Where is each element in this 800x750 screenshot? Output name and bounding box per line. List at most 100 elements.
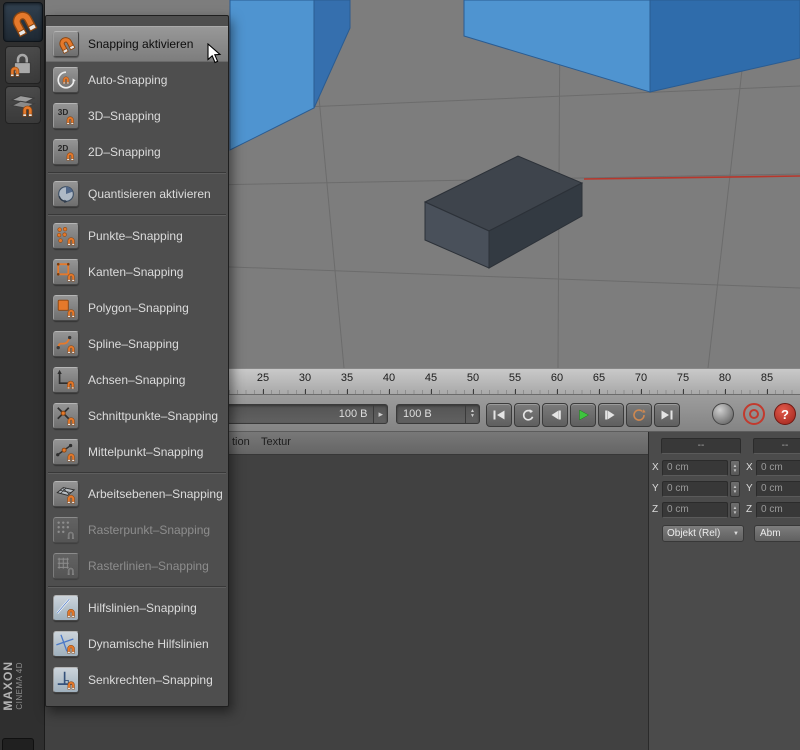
menu-separator xyxy=(48,472,226,474)
menu-item-senkrechten-snapping[interactable]: Senkrechten–Snapping xyxy=(46,662,228,698)
record-icon[interactable] xyxy=(743,403,765,425)
lock-icon xyxy=(8,50,38,80)
menu-item-achsen-snapping[interactable]: Achsen–Snapping xyxy=(46,362,228,398)
gridpoint-snap-icon xyxy=(53,517,79,543)
coordinates-panel: -- -- X 0 cm ▲ ▼ X 0 cm Y 0 cm ▲ ▼ Y 0 c… xyxy=(648,432,800,750)
menu-item-polygon-snapping[interactable]: Polygon–Snapping xyxy=(46,290,228,326)
help-glyph: ? xyxy=(781,406,789,422)
x-input-right[interactable]: 0 cm xyxy=(756,460,800,476)
menu-item-3d-snapping[interactable]: 3D–Snapping xyxy=(46,98,228,134)
cinema4d-window: 25 30 35 40 45 50 55 60 65 70 75 80 85 1… xyxy=(0,0,800,750)
menu-item-punkte-snapping[interactable]: Punkte–Snapping xyxy=(46,218,228,254)
play-button[interactable] xyxy=(570,403,596,427)
menu-item-quantisieren-aktivieren[interactable]: Quantisieren aktivieren xyxy=(46,176,228,212)
workplane-snap-icon xyxy=(53,481,79,507)
z-input-right[interactable]: 0 cm xyxy=(756,502,800,518)
menu-item-arbeitsebenen-snapping[interactable]: Arbeitsebenen–Snapping xyxy=(46,476,228,512)
popup-arrow-icon[interactable]: ▸ xyxy=(373,405,387,423)
previous-frame-icon xyxy=(551,410,561,420)
partial-toolbar-icon[interactable] xyxy=(2,738,34,750)
menu-item-spline-snapping[interactable]: Spline–Snapping xyxy=(46,326,228,362)
tab-funktion-partial[interactable]: tion xyxy=(232,436,250,448)
menu-item-label: Achsen–Snapping xyxy=(88,373,186,387)
goto-start-button[interactable] xyxy=(486,403,512,427)
spline-snap-icon xyxy=(53,331,79,357)
max-frame-field[interactable]: 100 B ▲ ▼ xyxy=(396,404,480,424)
magnet-icon xyxy=(6,5,40,39)
menu-item-auto-snapping[interactable]: Auto-Snapping xyxy=(46,62,228,98)
midpoint-snap-icon xyxy=(53,439,79,465)
y-input-right[interactable]: 0 cm xyxy=(756,481,800,497)
ruler-tick-label: 25 xyxy=(256,372,270,384)
menu-item-label: Senkrechten–Snapping xyxy=(88,673,213,687)
intersection-snap-icon xyxy=(53,403,79,429)
previous-frame-button[interactable] xyxy=(542,403,568,427)
menu-item-label: Dynamische Hilfslinien xyxy=(88,637,209,651)
snapping-menu: Snapping aktivieren Auto-Snapping 3D–Sna… xyxy=(45,15,229,707)
menu-item-schnittpunkte-snapping[interactable]: Schnittpunkte–Snapping xyxy=(46,398,228,434)
3d-snapping-icon xyxy=(53,103,79,129)
gridline-snap-icon xyxy=(53,553,79,579)
timeline-popup-value: 100 B xyxy=(338,408,368,420)
loop-playback-button[interactable] xyxy=(626,403,652,427)
next-frame-button[interactable] xyxy=(598,403,624,427)
ruler-tick-label: 45 xyxy=(424,372,438,384)
ruler-tick-label: 40 xyxy=(382,372,396,384)
help-icon[interactable]: ? xyxy=(774,403,796,425)
stepper-down-icon[interactable]: ▼ xyxy=(470,414,475,419)
axis-snap-icon xyxy=(53,367,79,393)
y-stepper-left[interactable]: ▲ ▼ xyxy=(730,481,740,497)
workplane-layers-button[interactable] xyxy=(5,86,41,124)
playback-buttons xyxy=(486,403,680,427)
x-label-left: X xyxy=(652,462,659,473)
stepper-down-icon[interactable]: ▼ xyxy=(733,510,737,515)
dash-field-right[interactable]: -- xyxy=(753,438,800,454)
render-sphere-icon[interactable] xyxy=(712,403,734,425)
menu-item-mittelpunkt-snapping[interactable]: Mittelpunkt–Snapping xyxy=(46,434,228,470)
ruler-tick-label: 65 xyxy=(592,372,606,384)
menu-item-2d-snapping[interactable]: 2D–Snapping xyxy=(46,134,228,170)
frame-stepper[interactable]: ▲ ▼ xyxy=(465,405,479,423)
menu-item-dynamische-hilfslinien[interactable]: Dynamische Hilfslinien xyxy=(46,626,228,662)
menu-item-hilfslinien-snapping[interactable]: Hilfslinien–Snapping xyxy=(46,590,228,626)
menu-item-label: 3D–Snapping xyxy=(88,109,161,123)
menu-item-label: Rasterlinien–Snapping xyxy=(88,559,209,573)
ruler-tick-label: 85 xyxy=(760,372,774,384)
x-input-left[interactable]: 0 cm xyxy=(662,460,728,476)
stepper-down-icon[interactable]: ▼ xyxy=(733,489,737,494)
polygon-snap-icon xyxy=(53,295,79,321)
goto-start-icon xyxy=(493,410,505,420)
goto-end-button[interactable] xyxy=(654,403,680,427)
play-icon xyxy=(579,409,590,421)
x-stepper-left[interactable]: ▲ ▼ xyxy=(730,460,740,476)
z-label-left: Z xyxy=(652,504,659,515)
ruler-tick-label: 75 xyxy=(676,372,690,384)
tab-textur[interactable]: Textur xyxy=(261,436,291,448)
menu-item-label: Auto-Snapping xyxy=(88,73,168,87)
menu-separator xyxy=(48,586,226,588)
play-reverse-button[interactable] xyxy=(514,403,540,427)
coordinate-mode-dropdown[interactable]: Objekt (Rel) ▼ xyxy=(662,525,744,542)
dash-field-left[interactable]: -- xyxy=(661,438,741,454)
brand-vertical-text: MAXON CINEMA 4D xyxy=(1,626,24,746)
z-input-left[interactable]: 0 cm xyxy=(662,502,728,518)
x-label-right: X xyxy=(746,462,753,473)
abm-button-partial[interactable]: Abm xyxy=(754,525,800,542)
ruler-tick-label: 60 xyxy=(550,372,564,384)
z-stepper-left[interactable]: ▲ ▼ xyxy=(730,502,740,518)
play-reverse-icon xyxy=(522,409,534,421)
perpendicular-snap-icon xyxy=(53,667,79,693)
menu-item-rasterlinien-snapping: Rasterlinien–Snapping xyxy=(46,548,228,584)
menu-item-label: Polygon–Snapping xyxy=(88,301,189,315)
layers-icon xyxy=(8,90,38,120)
y-input-left[interactable]: 0 cm xyxy=(662,481,728,497)
quantize-icon xyxy=(53,181,79,207)
menu-item-label: Rasterpunkt–Snapping xyxy=(88,523,211,537)
menu-item-label: Hilfslinien–Snapping xyxy=(88,601,197,615)
ruler-tick-label: 50 xyxy=(466,372,480,384)
lock-workplane-button[interactable] xyxy=(5,46,41,84)
menu-item-snapping-aktivieren[interactable]: Snapping aktivieren xyxy=(46,26,228,62)
stepper-down-icon[interactable]: ▼ xyxy=(733,468,737,473)
menu-item-kanten-snapping[interactable]: Kanten–Snapping xyxy=(46,254,228,290)
enable-snap-button[interactable] xyxy=(3,2,43,42)
